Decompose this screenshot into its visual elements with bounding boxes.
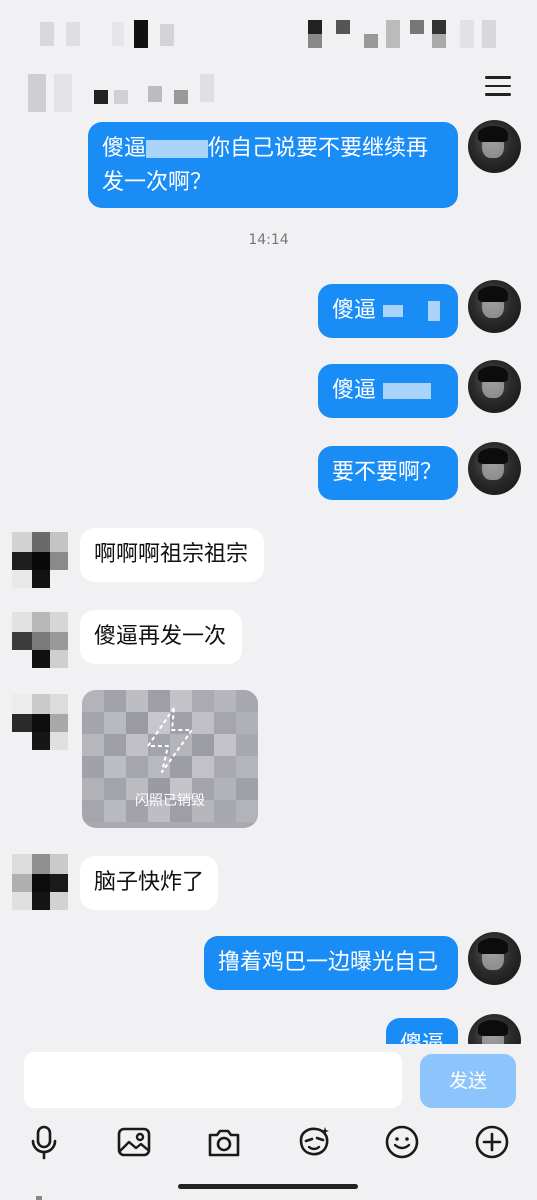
message-text: 傻逼再发一次 [94, 624, 227, 649]
menu-icon[interactable] [485, 76, 511, 98]
message-text: 傻逼 [332, 298, 377, 323]
status-bar [0, 0, 537, 60]
my-avatar[interactable] [468, 280, 521, 333]
received-message-bubble[interactable]: 傻逼再发一次 [80, 610, 242, 664]
my-avatar[interactable] [468, 932, 521, 985]
corner-mark [36, 1196, 42, 1200]
send-button[interactable]: 发送 [420, 1054, 516, 1108]
sent-message-bubble[interactable]: 傻逼 你自己说要不要继续再 发一次啊？ [88, 122, 458, 208]
home-indicator[interactable] [178, 1184, 358, 1189]
chat-header [0, 60, 537, 120]
message-text: 啊啊啊祖宗祖宗 [94, 542, 249, 567]
contact-avatar[interactable] [12, 612, 68, 668]
emoji-icon[interactable] [384, 1124, 420, 1160]
camera-icon[interactable] [206, 1124, 242, 1160]
message-input[interactable] [24, 1052, 402, 1108]
my-avatar[interactable] [468, 442, 521, 495]
redacted-text [146, 140, 209, 158]
redacted-text [428, 301, 441, 321]
sent-message-bubble[interactable]: 傻逼 [318, 364, 458, 418]
redacted-text [383, 305, 404, 317]
lightning-icon [147, 707, 193, 773]
sent-message-bubble[interactable]: 撸着鸡巴一边曝光自己 [204, 936, 458, 990]
redacted-text [383, 383, 432, 399]
message-text: 傻逼 [332, 378, 377, 403]
plus-icon[interactable] [474, 1124, 510, 1160]
message-text: 要不要啊？ [332, 460, 443, 485]
sticker-icon[interactable] [296, 1124, 332, 1160]
my-avatar[interactable] [468, 120, 521, 173]
contact-avatar[interactable] [12, 694, 68, 750]
sent-message-bubble[interactable]: 要不要啊？ [318, 446, 458, 500]
message-text: 撸着鸡巴一边曝光自己 [218, 950, 439, 975]
my-avatar[interactable] [468, 360, 521, 413]
timestamp: 14:14 [248, 232, 289, 248]
image-icon[interactable] [116, 1124, 152, 1160]
flash-photo-label: 闪照已销毁 [135, 793, 205, 809]
message-text: 傻逼 [102, 136, 147, 161]
my-avatar[interactable] [468, 1014, 521, 1044]
received-message-bubble[interactable]: 啊啊啊祖宗祖宗 [80, 528, 264, 582]
bottom-toolbar [0, 1120, 537, 1164]
sent-message-bubble[interactable]: 傻逼 [318, 284, 458, 338]
message-text: 傻逼 [400, 1032, 444, 1044]
received-message-bubble[interactable]: 脑子快炸了 [80, 856, 218, 910]
mic-icon[interactable] [26, 1124, 62, 1160]
sent-message-bubble[interactable]: 傻逼 [386, 1018, 458, 1044]
contact-avatar[interactable] [12, 854, 68, 910]
message-text: 发一次啊？ [102, 170, 213, 195]
message-text: 脑子快炸了 [94, 870, 205, 895]
message-text: 你自己说要不要继续再 [208, 136, 429, 161]
flash-photo-card[interactable]: 闪照已销毁 [82, 690, 258, 828]
contact-avatar[interactable] [12, 532, 68, 588]
message-clip: 傻逼 [0, 1010, 537, 1044]
